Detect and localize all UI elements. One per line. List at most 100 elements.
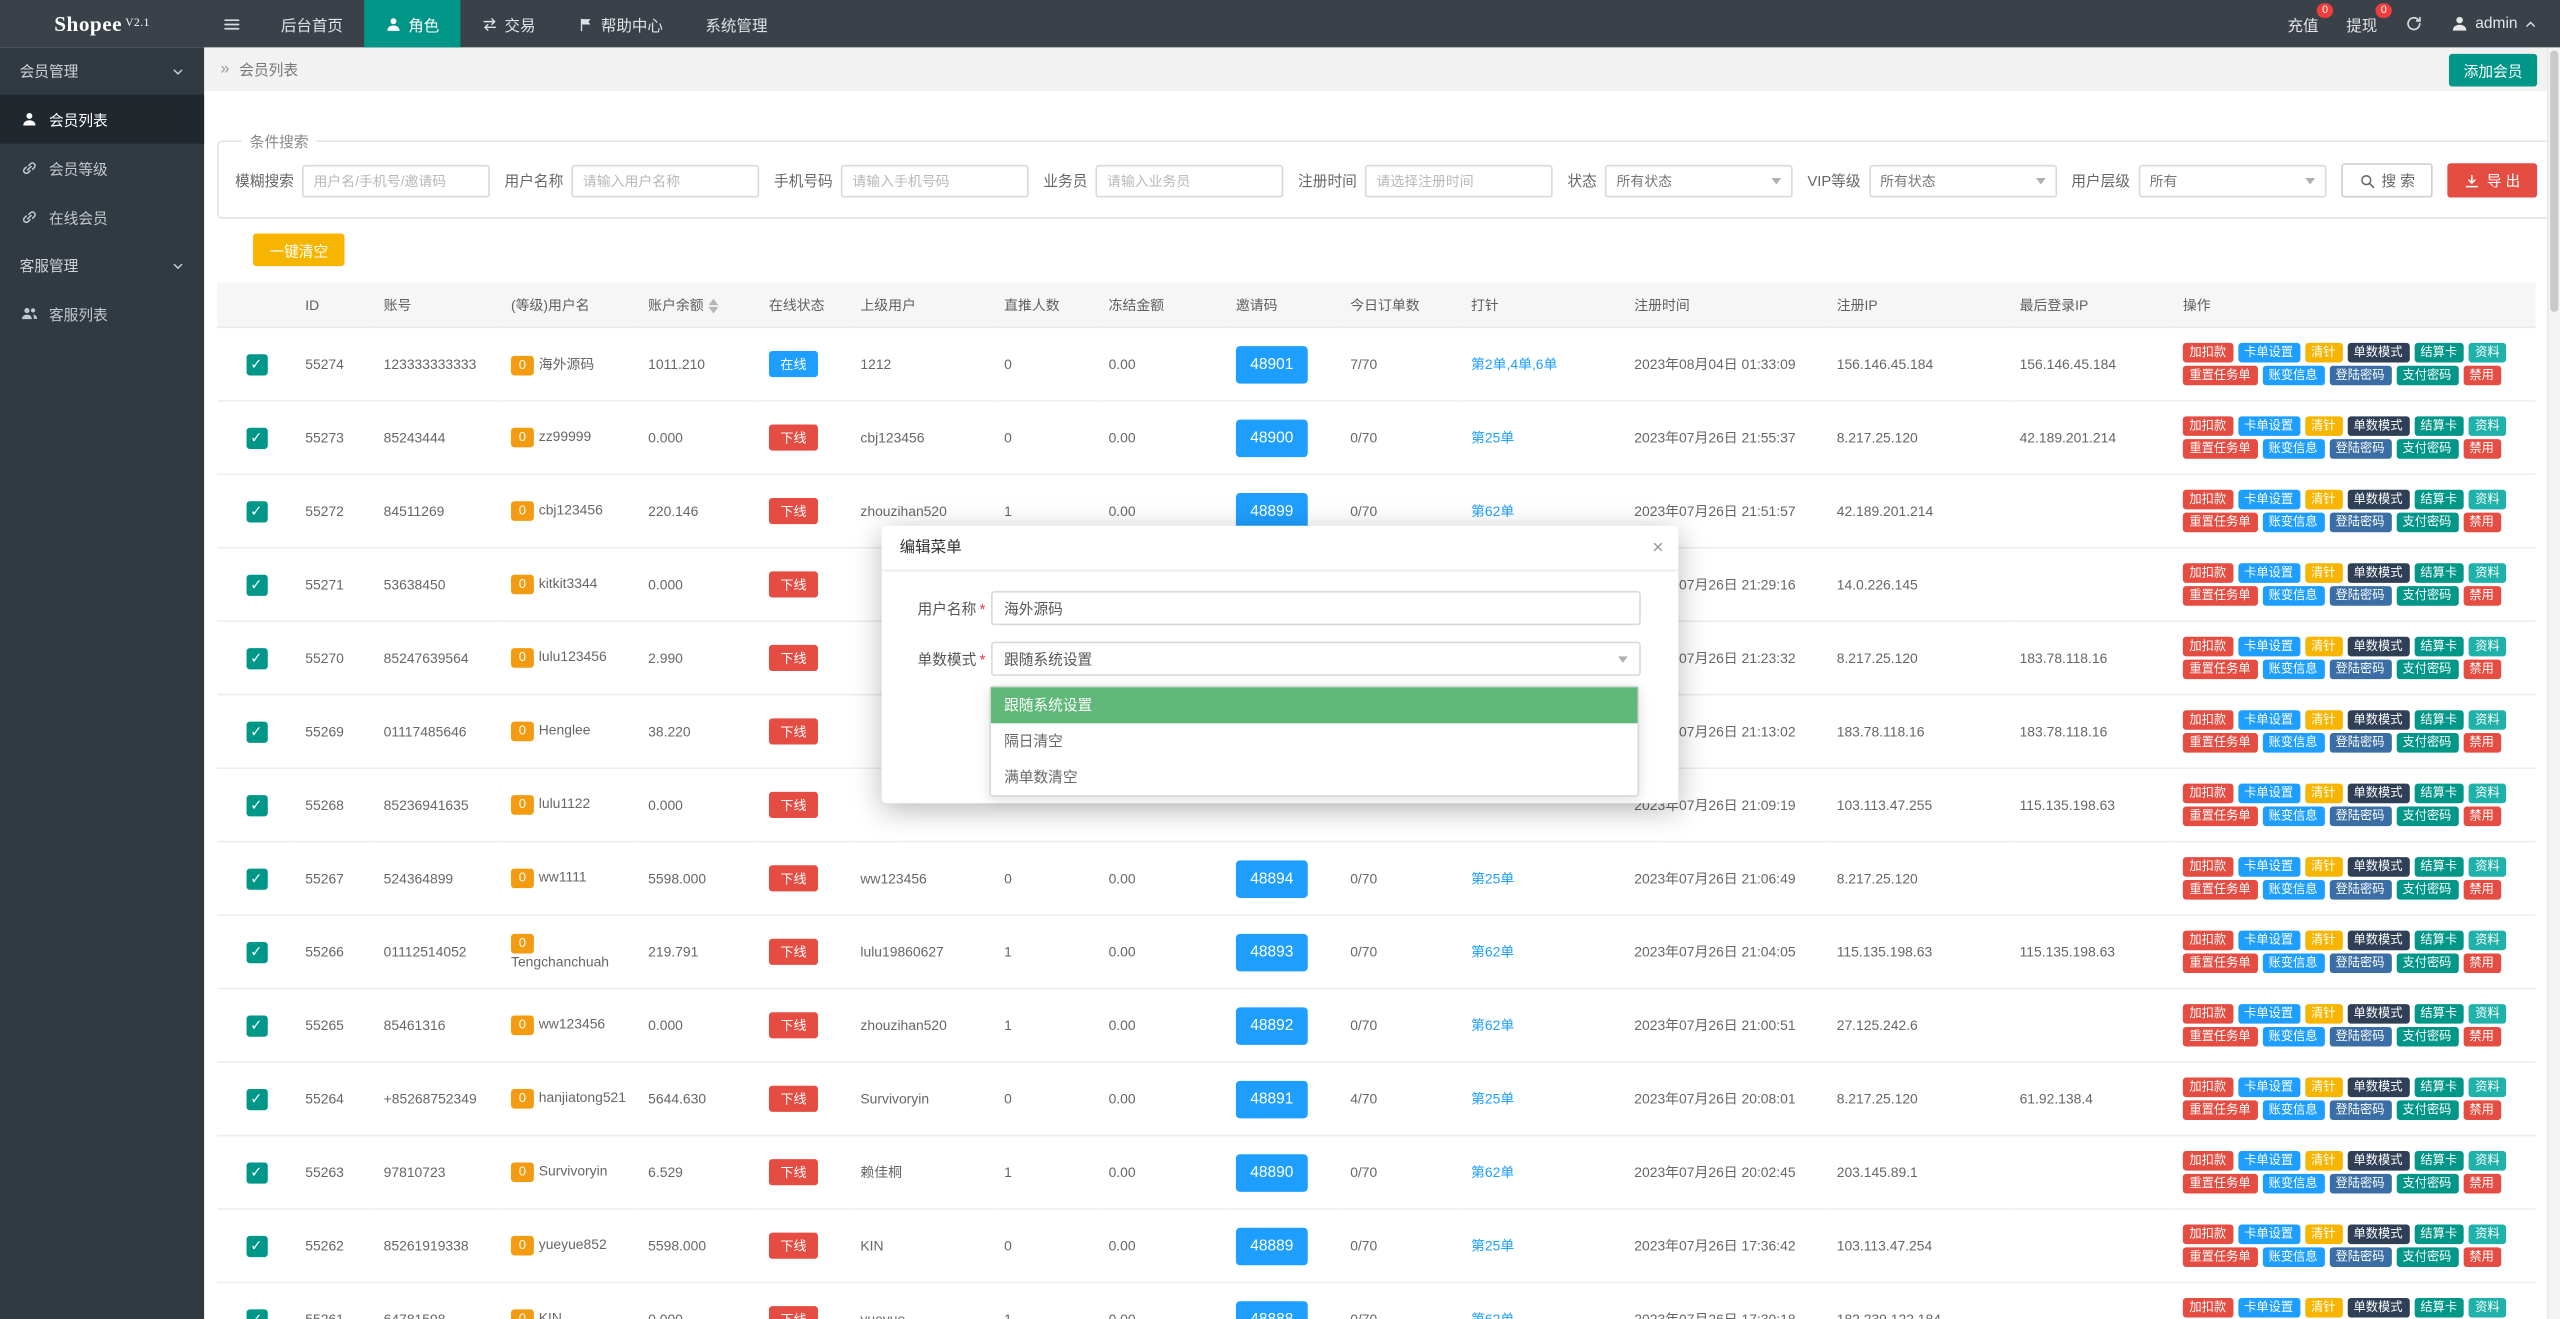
action-clear-needle-button[interactable]: 清针 [2304,636,2343,657]
action-add-deduct-button[interactable]: 加扣款 [2182,783,2233,804]
invite-code-button[interactable]: 48891 [1235,1080,1308,1118]
action-account-change-info-button[interactable]: 账变信息 [2262,953,2325,974]
sidebar-item-service-list[interactable]: 客服列表 [0,289,204,338]
action-disable-button[interactable]: 禁用 [2462,1100,2501,1121]
action-disable-button[interactable]: 禁用 [2462,879,2501,901]
action-profile-button[interactable]: 资料 [2468,636,2507,657]
action-card-order-setting-button[interactable]: 卡单设置 [2237,930,2300,951]
nav-item-home[interactable]: 后台首页 [260,0,365,47]
action-disable-button[interactable]: 禁用 [2462,512,2501,533]
row-checkbox[interactable] [245,353,267,375]
action-reset-task-order-button[interactable]: 重置任务单 [2182,953,2258,974]
action-add-deduct-button[interactable]: 加扣款 [2182,562,2233,584]
action-profile-button[interactable]: 资料 [2468,1224,2507,1245]
action-disable-button[interactable]: 禁用 [2462,585,2501,607]
action-settlement-card-button[interactable]: 结算卡 [2413,1224,2464,1245]
action-login-password-button[interactable]: 登陆密码 [2328,512,2392,533]
row-checkbox[interactable] [245,720,267,743]
invite-code-button[interactable]: 48894 [1235,859,1308,898]
action-pay-password-button[interactable]: 支付密码 [2395,1173,2458,1194]
row-checkbox[interactable] [245,647,267,669]
action-order-count-mode-button[interactable]: 单数模式 [2346,489,2409,510]
action-pay-password-button[interactable]: 支付密码 [2395,585,2458,607]
action-settlement-card-button[interactable]: 结算卡 [2413,562,2464,584]
action-clear-needle-button[interactable]: 清针 [2304,342,2343,363]
sidebar-item-member-level[interactable]: 会员等级 [0,144,204,193]
invite-code-button[interactable]: 48901 [1235,345,1308,383]
action-account-change-info-button[interactable]: 账变信息 [2262,806,2325,827]
invite-code-button[interactable]: 48889 [1235,1226,1308,1265]
action-settlement-card-button[interactable]: 结算卡 [2413,1003,2464,1025]
action-login-password-button[interactable]: 登陆密码 [2328,365,2392,386]
action-disable-button[interactable]: 禁用 [2462,953,2501,974]
action-pay-password-button[interactable]: 支付密码 [2395,732,2458,754]
action-reset-task-order-button[interactable]: 重置任务单 [2182,1100,2258,1121]
add-member-button[interactable]: 添加会员 [2448,53,2538,87]
needle-link[interactable]: 第25单 [1471,429,1514,445]
action-settlement-card-button[interactable]: 结算卡 [2413,930,2464,951]
withdraw-link[interactable]: 提现 0 [2346,2,2393,35]
action-reset-task-order-button[interactable]: 重置任务单 [2182,1246,2258,1268]
action-settlement-card-button[interactable]: 结算卡 [2413,783,2464,804]
action-pay-password-button[interactable]: 支付密码 [2395,1026,2458,1047]
action-account-change-info-button[interactable]: 账变信息 [2262,879,2325,901]
action-login-password-button[interactable]: 登陆密码 [2328,1026,2392,1047]
action-account-change-info-button[interactable]: 账变信息 [2262,732,2325,754]
action-clear-needle-button[interactable]: 清针 [2304,1297,2343,1318]
action-login-password-button[interactable]: 登陆密码 [2328,438,2392,460]
salesman-input[interactable] [1095,164,1284,197]
action-disable-button[interactable]: 禁用 [2462,732,2501,754]
action-disable-button[interactable]: 禁用 [2462,365,2501,386]
export-button[interactable]: 导 出 [2447,163,2537,198]
action-clear-needle-button[interactable]: 清针 [2304,415,2343,437]
needle-link[interactable]: 第2单,4单,6单 [1471,356,1557,372]
action-account-change-info-button[interactable]: 账变信息 [2262,659,2325,680]
action-reset-task-order-button[interactable]: 重置任务单 [2182,806,2258,827]
clear-all-button[interactable]: 一键清空 [253,233,345,267]
action-profile-button[interactable]: 资料 [2468,562,2507,584]
action-order-count-mode-button[interactable]: 单数模式 [2346,1224,2409,1245]
action-order-count-mode-button[interactable]: 单数模式 [2346,1150,2409,1172]
action-profile-button[interactable]: 资料 [2468,489,2507,510]
action-pay-password-button[interactable]: 支付密码 [2395,438,2458,460]
action-clear-needle-button[interactable]: 清针 [2304,1077,2343,1098]
action-login-password-button[interactable]: 登陆密码 [2328,879,2392,901]
invite-code-button[interactable]: 48899 [1235,492,1308,530]
action-profile-button[interactable]: 资料 [2468,415,2507,437]
row-checkbox[interactable] [245,1308,267,1319]
action-reset-task-order-button[interactable]: 重置任务单 [2182,438,2258,460]
action-pay-password-button[interactable]: 支付密码 [2395,512,2458,533]
action-reset-task-order-button[interactable]: 重置任务单 [2182,585,2258,607]
action-add-deduct-button[interactable]: 加扣款 [2182,1003,2233,1025]
admin-menu[interactable]: admin [2451,15,2537,33]
nav-item-help-center[interactable]: 帮助中心 [557,0,684,47]
action-login-password-button[interactable]: 登陆密码 [2328,732,2392,754]
action-order-count-mode-button[interactable]: 单数模式 [2346,783,2409,804]
refresh-icon[interactable] [2405,15,2423,33]
action-reset-task-order-button[interactable]: 重置任务单 [2182,1173,2258,1194]
action-clear-needle-button[interactable]: 清针 [2304,930,2343,951]
action-card-order-setting-button[interactable]: 卡单设置 [2237,1150,2300,1172]
action-add-deduct-button[interactable]: 加扣款 [2182,1077,2233,1098]
action-order-count-mode-button[interactable]: 单数模式 [2346,856,2409,878]
action-settlement-card-button[interactable]: 结算卡 [2413,636,2464,657]
action-reset-task-order-button[interactable]: 重置任务单 [2182,1026,2258,1047]
order-mode-select[interactable]: 跟随系统设置 [991,641,1641,676]
needle-link[interactable]: 第25单 [1471,1238,1514,1254]
action-clear-needle-button[interactable]: 清针 [2304,783,2343,804]
row-checkbox[interactable] [245,500,267,522]
row-checkbox[interactable] [245,573,267,596]
action-add-deduct-button[interactable]: 加扣款 [2182,930,2233,951]
action-profile-button[interactable]: 资料 [2468,930,2507,951]
username-input[interactable] [991,591,1641,626]
fuzzy-input[interactable] [302,164,490,197]
dropdown-option-2[interactable]: 满单数清空 [991,759,1638,795]
row-checkbox[interactable] [245,1014,267,1036]
needle-link[interactable]: 第62单 [1471,944,1514,960]
action-card-order-setting-button[interactable]: 卡单设置 [2237,783,2300,804]
status-select[interactable]: 所有状态 [1605,164,1793,197]
action-profile-button[interactable]: 资料 [2468,783,2507,804]
dropdown-option-1[interactable]: 隔日清空 [991,723,1638,759]
action-settlement-card-button[interactable]: 结算卡 [2413,489,2464,510]
row-checkbox[interactable] [245,1235,267,1257]
